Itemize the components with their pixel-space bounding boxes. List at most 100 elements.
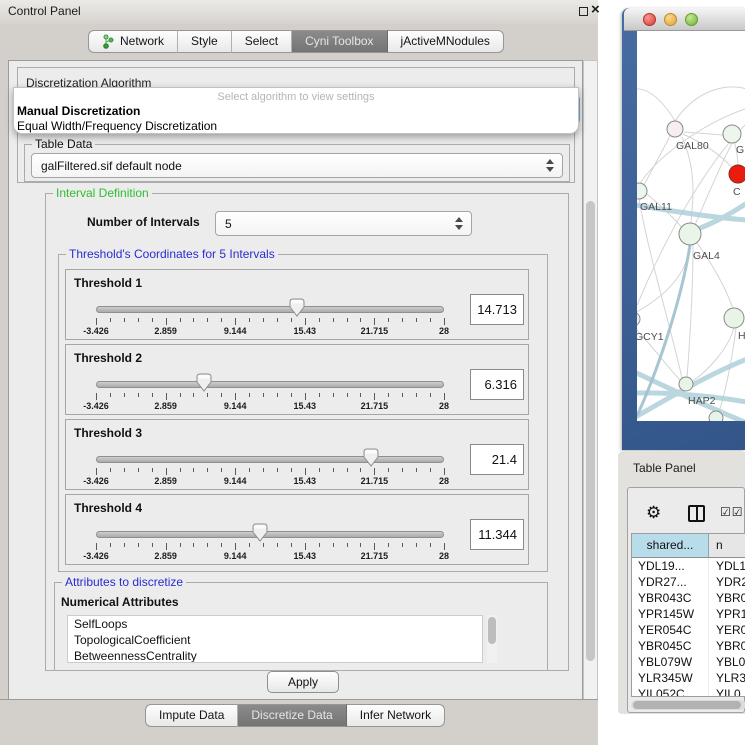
close-icon[interactable]: × xyxy=(591,1,600,18)
minimize-traffic-light-icon[interactable] xyxy=(664,13,677,26)
tab-style[interactable]: Style xyxy=(178,30,232,53)
attribute-item[interactable]: SelfLoops xyxy=(68,616,482,632)
columns-icon[interactable] xyxy=(688,505,705,522)
cell-shared-name[interactable]: YDR27... xyxy=(632,574,709,590)
close-traffic-light-icon[interactable] xyxy=(643,13,656,26)
node-hap2[interactable] xyxy=(679,377,693,391)
table-row[interactable]: YPR145WYPR1 xyxy=(632,606,745,622)
checkboxes-icon[interactable]: ☑☑ xyxy=(720,505,744,519)
apply-button[interactable]: Apply xyxy=(267,671,339,693)
table-row[interactable]: YBR043CYBR0 xyxy=(632,590,745,606)
table-row[interactable]: YLR345WYLR3 xyxy=(632,670,745,686)
table-row[interactable]: YER054CYER0 xyxy=(632,622,745,638)
slider-thumb[interactable] xyxy=(196,373,212,392)
column-header-name[interactable]: n xyxy=(709,534,745,557)
cell-name[interactable]: YER0 xyxy=(709,622,745,638)
cell-name[interactable]: YDR2 xyxy=(709,574,745,590)
float-window-icon[interactable] xyxy=(579,7,588,16)
tab-select[interactable]: Select xyxy=(232,30,292,53)
slider-tick xyxy=(277,393,278,397)
slider-tick-label: 2.859 xyxy=(154,401,177,411)
node-g[interactable] xyxy=(723,125,741,143)
cell-name[interactable]: YDL1 xyxy=(709,558,745,574)
algorithm-option[interactable]: Equal Width/Frequency Discretization xyxy=(17,119,217,133)
tab-discretize-data[interactable]: Discretize Data xyxy=(238,704,346,727)
panel-scrollbar-thumb[interactable] xyxy=(586,201,595,661)
threshold-label: Threshold 2 xyxy=(74,351,142,365)
slider-tick xyxy=(347,468,348,472)
network-titlebar xyxy=(624,8,745,31)
slider-track[interactable] xyxy=(96,381,444,388)
thresholds-group-title: Threshold's Coordinates for 5 Intervals xyxy=(66,247,278,261)
panel-vertical-scrollbar[interactable] xyxy=(583,60,598,700)
table-data-combobox[interactable]: galFiltered.sif default node xyxy=(31,153,563,178)
threshold-value-field[interactable]: 14.713 xyxy=(470,294,524,325)
slider-thumb[interactable] xyxy=(252,523,268,542)
cell-shared-name[interactable]: YLR345W xyxy=(632,670,709,686)
table-row[interactable]: YBR045CYBR0 xyxy=(632,638,745,654)
column-header-shared-name[interactable]: shared... xyxy=(632,534,709,557)
table-horizontal-scrollbar[interactable] xyxy=(631,700,745,710)
cell-name[interactable]: YBL0 xyxy=(709,654,745,670)
table-row[interactable]: YDR27...YDR2 xyxy=(632,574,745,590)
attributes-scrollbar-thumb[interactable] xyxy=(488,617,496,644)
tab-cyni-toolbox[interactable]: Cyni Toolbox xyxy=(292,30,387,53)
tab-impute-data[interactable]: Impute Data xyxy=(145,704,238,727)
cell-shared-name[interactable]: YBL079W xyxy=(632,654,709,670)
slider-track[interactable] xyxy=(96,456,444,463)
threshold-value-field[interactable]: 21.4 xyxy=(470,444,524,475)
table-scrollbar-thumb[interactable] xyxy=(633,701,741,709)
node-c[interactable] xyxy=(729,165,745,183)
slider-thumb[interactable] xyxy=(363,448,379,467)
cell-name[interactable]: YPR1 xyxy=(709,606,745,622)
slider-track[interactable] xyxy=(96,531,444,538)
slider-tick xyxy=(430,468,431,472)
tab-jactivemnodules[interactable]: jActiveMNodules xyxy=(388,30,504,53)
zoom-traffic-light-icon[interactable] xyxy=(685,13,698,26)
cell-name[interactable]: YBR0 xyxy=(709,590,745,606)
node-gal4[interactable] xyxy=(679,223,701,245)
cell-shared-name[interactable]: YBR043C xyxy=(632,590,709,606)
table-row[interactable]: YDL19...YDL1 xyxy=(632,558,745,574)
slider-tick xyxy=(235,468,236,475)
slider-tick xyxy=(333,393,334,397)
cell-name[interactable]: YBR0 xyxy=(709,638,745,654)
node-table[interactable]: shared... n YDL19...YDL1YDR27...YDR2YBR0… xyxy=(631,533,745,697)
cell-shared-name[interactable]: YIL052C xyxy=(632,686,709,697)
algorithm-option[interactable]: Manual Discretization xyxy=(17,104,140,118)
slider-tick-label: 2.859 xyxy=(154,551,177,561)
node-gal11[interactable] xyxy=(637,183,647,199)
attributes-scrollbar[interactable] xyxy=(487,615,497,663)
number-of-intervals-combobox[interactable]: 5 xyxy=(215,211,472,236)
cell-name[interactable]: YLR3 xyxy=(709,670,745,686)
gear-icon[interactable]: ⚙ xyxy=(646,503,661,523)
cell-shared-name[interactable]: YER054C xyxy=(632,622,709,638)
tab-network[interactable]: Network xyxy=(88,30,178,53)
table-panel-title: Table Panel xyxy=(633,461,696,475)
table-row[interactable]: YBL079WYBL0 xyxy=(632,654,745,670)
node-h[interactable] xyxy=(724,308,744,328)
cell-shared-name[interactable]: YBR045C xyxy=(632,638,709,654)
cell-name[interactable]: YIL0 xyxy=(709,686,745,697)
cell-shared-name[interactable]: YPR145W xyxy=(632,606,709,622)
attribute-item[interactable]: BetweennessCentrality xyxy=(68,648,482,663)
tab-infer-network[interactable]: Infer Network xyxy=(347,704,445,727)
slider-thumb[interactable] xyxy=(289,298,305,317)
slider-tick xyxy=(333,318,334,322)
combo-spinner-icon xyxy=(545,154,555,177)
slider-tick xyxy=(277,468,278,472)
slider-tick xyxy=(333,543,334,547)
numerical-attributes-list[interactable]: SelfLoopsTopologicalCoefficientBetweenne… xyxy=(67,615,483,663)
network-canvas[interactable]: GAL80G.CGAL11GAL4GCY1HHAP2 xyxy=(637,31,745,421)
node[interactable] xyxy=(709,411,723,421)
attribute-item[interactable]: TopologicalCoefficient xyxy=(68,632,482,648)
interval-definition-title: Interval Definition xyxy=(53,186,152,200)
threshold-value-field[interactable]: 11.344 xyxy=(470,519,524,550)
node-gcy1[interactable] xyxy=(637,312,640,326)
cell-shared-name[interactable]: YDL19... xyxy=(632,558,709,574)
threshold-value-field[interactable]: 6.316 xyxy=(470,369,524,400)
table-row[interactable]: YIL052CYIL0 xyxy=(632,686,745,697)
node-gal80[interactable] xyxy=(667,121,683,137)
slider-track[interactable] xyxy=(96,306,444,313)
interval-definition-group: Interval Definition Number of Intervals … xyxy=(45,193,569,671)
